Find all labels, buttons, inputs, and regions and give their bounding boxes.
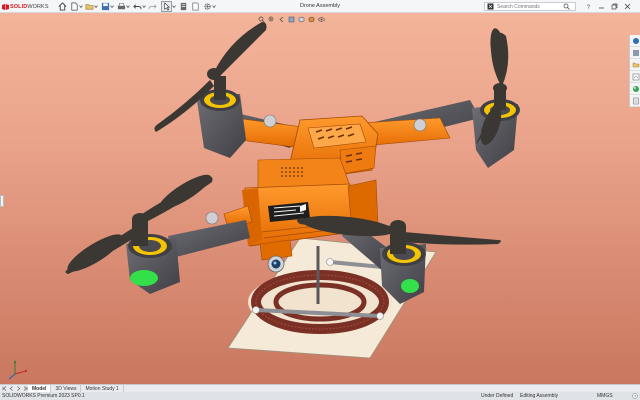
first-tab-icon[interactable]: [1, 386, 7, 392]
reference-triad-icon: [8, 360, 28, 380]
new-dropdown-chevron-icon[interactable]: [79, 4, 83, 9]
drone-model-view[interactable]: [0, 13, 640, 384]
task-pane-tabs: [629, 35, 640, 107]
search-icon[interactable]: [563, 3, 570, 10]
arm-rear-left: [154, 22, 311, 158]
restore-icon[interactable]: [609, 1, 619, 12]
status-definition: Under Defined: [481, 393, 514, 399]
rebuild-icon[interactable]: [178, 1, 189, 12]
search-scope-icon[interactable]: [487, 3, 494, 10]
zoom-to-area-icon[interactable]: [267, 15, 275, 23]
file-explorer-icon[interactable]: [630, 59, 640, 71]
status-help-icon[interactable]: ?: [632, 393, 638, 399]
status-product-version: SOLIDWORKS Premium 2023 SP0.1: [2, 393, 85, 399]
open-dropdown-chevron-icon[interactable]: [94, 4, 98, 9]
solidworks-logo[interactable]: SOLIDWORKS: [2, 3, 49, 11]
minimize-icon[interactable]: [596, 1, 606, 12]
feature-manager-collapse-handle[interactable]: [0, 195, 4, 207]
save-dropdown-chevron-icon[interactable]: [110, 4, 114, 9]
search-input[interactable]: [497, 3, 557, 10]
design-library-icon[interactable]: [630, 47, 640, 59]
home-icon[interactable]: [57, 1, 68, 12]
solidworks-resources-icon[interactable]: [630, 35, 640, 47]
print-dropdown-chevron-icon[interactable]: [126, 4, 130, 9]
tab-3d-views[interactable]: 3D Views: [51, 385, 82, 392]
next-tab-icon[interactable]: [15, 386, 21, 392]
display-style-icon[interactable]: [307, 15, 315, 23]
zoom-to-fit-icon[interactable]: [257, 15, 265, 23]
status-units[interactable]: MMGS: [597, 393, 613, 399]
app-logo-text: SOLIDWORKS: [10, 4, 49, 10]
arm-front-left: [65, 174, 250, 294]
appearances-scenes-icon[interactable]: [630, 83, 640, 95]
undo-dropdown-chevron-icon[interactable]: [142, 4, 146, 9]
tab-navigation: [0, 385, 28, 392]
graphics-area[interactable]: [0, 13, 640, 384]
help-icon[interactable]: ?: [583, 1, 593, 12]
select-cursor-icon[interactable]: [161, 1, 172, 12]
section-view-icon[interactable]: [287, 15, 295, 23]
previous-view-icon[interactable]: [277, 15, 285, 23]
select-dropdown-chevron-icon[interactable]: [172, 4, 176, 9]
logo-brand: SOLID: [10, 4, 28, 10]
svg-text:?: ?: [586, 5, 590, 10]
view-palette-icon[interactable]: [630, 71, 640, 83]
title-bar: SOLIDWORKS Drone Assembly Search Command…: [0, 0, 640, 13]
tab-motion-study-1[interactable]: Motion Study 1: [81, 385, 124, 392]
tab-model[interactable]: Model: [28, 385, 52, 392]
status-bar: SOLIDWORKS Premium 2023 SP0.1 Under Defi…: [0, 392, 640, 400]
search-commands-box[interactable]: [484, 2, 576, 11]
close-icon[interactable]: [622, 1, 632, 12]
options-dropdown-chevron-icon[interactable]: [212, 4, 216, 9]
logo-suffix: WORKS: [27, 4, 49, 10]
file-properties-icon[interactable]: [190, 1, 201, 12]
previous-tab-icon[interactable]: [8, 386, 14, 392]
view-orientation-icon[interactable]: [297, 15, 305, 23]
hide-show-items-icon[interactable]: [317, 15, 325, 23]
custom-properties-icon[interactable]: [630, 95, 640, 107]
bottom-tab-bar: Model 3D Views Motion Study 1: [0, 384, 640, 392]
status-mode: Editing Assembly: [520, 393, 559, 399]
heads-up-view-toolbar: [257, 15, 325, 23]
redo-icon[interactable]: [147, 1, 158, 12]
ds-logo-icon: [2, 4, 9, 10]
